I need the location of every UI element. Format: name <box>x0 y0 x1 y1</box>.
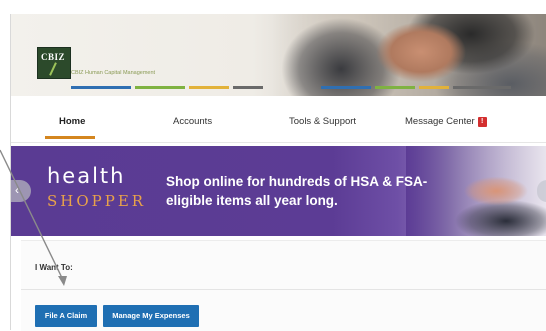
stripe-segment <box>453 86 511 89</box>
file-a-claim-button[interactable]: File A Claim <box>35 305 97 327</box>
header-banner: CBIZ CBIZ Human Capital Management <box>11 14 546 96</box>
logo-text: CBIZ <box>41 52 66 62</box>
teamwork-hands-photo <box>271 14 546 96</box>
stripe-segment <box>71 86 131 89</box>
divider <box>21 289 546 290</box>
stripe-segment <box>189 86 229 89</box>
portal-frame: CBIZ CBIZ Human Capital Management Home … <box>10 14 546 331</box>
nav-home[interactable]: Home <box>59 116 85 127</box>
nav-accounts[interactable]: Accounts <box>173 116 212 127</box>
promo-text: Shop online for hundreds of HSA & FSA-el… <box>166 174 428 208</box>
carousel-prev-button[interactable]: ‹ <box>11 180 31 202</box>
main-nav: Home Accounts Tools & Support Message Ce… <box>11 96 546 143</box>
i-want-to-panel: I Want To: File A Claim Manage My Expens… <box>21 240 546 331</box>
chevron-left-icon: ‹ <box>15 183 19 197</box>
color-stripe-divider <box>71 86 511 89</box>
promo-title-health: health <box>47 164 126 188</box>
logo-mark-icon <box>49 62 57 76</box>
logo-subtitle: CBIZ Human Capital Management <box>71 70 156 76</box>
i-want-to-label: I Want To: <box>35 263 73 272</box>
nav-tools-support[interactable]: Tools & Support <box>289 116 356 127</box>
stripe-segment <box>375 86 415 89</box>
active-tab-indicator <box>45 136 95 139</box>
stripe-segment <box>233 86 263 89</box>
stripe-segment <box>419 86 449 89</box>
health-shopper-banner[interactable]: ‹ health SHOPPER Shop online for hundred… <box>11 146 546 236</box>
message-alert-badge: ! <box>477 117 487 127</box>
nav-message-center-label: Message Center <box>405 116 475 127</box>
nav-message-center[interactable]: Message Center! <box>405 116 487 127</box>
stripe-segment <box>321 86 371 89</box>
manage-my-expenses-button[interactable]: Manage My Expenses <box>103 305 199 327</box>
stripe-segment <box>135 86 185 89</box>
cbiz-logo[interactable]: CBIZ <box>37 47 71 79</box>
promo-title-shopper: SHOPPER <box>47 192 147 210</box>
